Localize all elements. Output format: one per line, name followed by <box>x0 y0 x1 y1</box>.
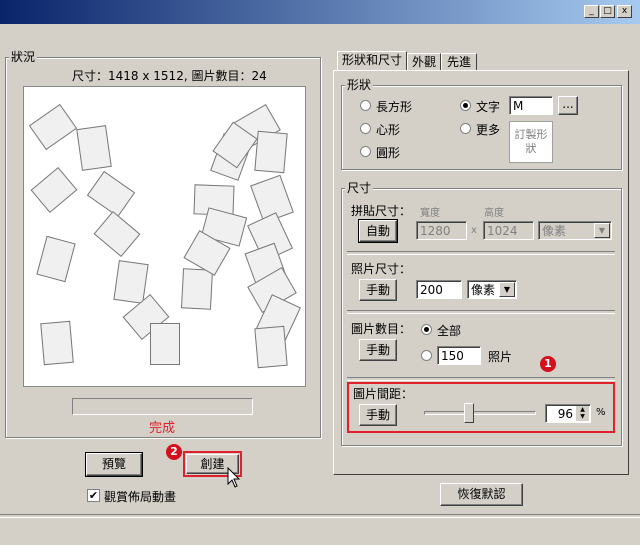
image-count-unit: 照片 <box>488 350 513 364</box>
image-count-custom-radio[interactable] <box>421 350 432 361</box>
tab-advanced[interactable]: 先進 <box>441 53 477 71</box>
size-separator: x <box>471 225 477 236</box>
shape-circle-radio[interactable] <box>360 146 371 157</box>
spacing-slider-thumb[interactable] <box>463 403 474 423</box>
collage-size-value: 1418 x 1512 <box>108 69 184 83</box>
preview-photo <box>254 130 288 174</box>
collage-preview <box>23 86 306 387</box>
preview-photo <box>36 235 76 283</box>
chevron-down-icon[interactable]: ▼ <box>594 223 610 238</box>
step-two-badge: 2 <box>166 444 182 460</box>
collage-size-label: 拼貼尺寸： <box>351 204 412 218</box>
spacing-input[interactable]: 96 ▲ ▼ <box>545 404 591 423</box>
preview-photo <box>30 166 78 214</box>
shape-rectangle-radio[interactable] <box>360 100 371 111</box>
preview-photo <box>40 320 74 366</box>
preview-photo <box>28 103 78 151</box>
preview-photo <box>113 260 149 304</box>
status-group-label: 狀況 <box>9 50 38 64</box>
restore-defaults-button[interactable]: 恢復默認 <box>440 483 523 506</box>
progress-bar <box>72 398 253 415</box>
image-count-all-label: 全部 <box>437 324 462 338</box>
spacing-slider-track[interactable] <box>424 411 536 415</box>
photo-size-input[interactable]: 200 <box>416 280 462 299</box>
shape-text-input[interactable]: M <box>509 96 553 115</box>
divider <box>347 377 615 381</box>
preview-photo <box>150 323 180 365</box>
status-separator <box>0 514 640 518</box>
preview-photo <box>86 170 136 218</box>
layout-animation-label: 觀賞佈局動畫 <box>104 490 177 504</box>
divider <box>347 251 615 255</box>
photo-size-manual-button[interactable]: 手動 <box>359 279 397 301</box>
spacing-label: 圖片間距： <box>353 387 414 401</box>
shape-more-radio[interactable] <box>460 123 471 134</box>
image-count-label: 圖片數目： <box>351 322 412 336</box>
size-group-label: 尺寸 <box>345 181 374 195</box>
preview-photo <box>254 325 288 369</box>
custom-shape-button[interactable]: 訂製形狀 <box>509 121 553 163</box>
chevron-down-icon[interactable]: ▼ <box>499 282 515 297</box>
width-label: 寬度 <box>420 208 440 219</box>
maximize-button[interactable]: □ <box>600 5 615 18</box>
shape-browse-button[interactable]: ... <box>558 96 578 115</box>
shape-group-label: 形狀 <box>345 78 374 92</box>
step-one-badge: 1 <box>540 356 556 372</box>
shape-text-radio[interactable] <box>460 100 471 111</box>
collage-size-auto-button[interactable]: 自動 <box>358 219 398 243</box>
shape-circle-label: 圓形 <box>376 146 401 160</box>
shape-rectangle-label: 長方形 <box>376 100 413 114</box>
image-count-manual-button[interactable]: 手動 <box>359 339 397 361</box>
shape-text-label: 文字 <box>476 100 501 114</box>
collage-unit-select[interactable]: 像素 ▼ <box>538 221 612 240</box>
tab-shape-size[interactable]: 形狀和尺寸 <box>337 51 407 71</box>
preview-button[interactable]: 預覽 <box>85 452 143 477</box>
spacing-manual-button[interactable]: 手動 <box>359 404 397 426</box>
mouse-cursor-icon <box>227 467 241 488</box>
collage-height-input[interactable]: 1024 <box>483 221 534 240</box>
collage-width-input[interactable]: 1280 <box>416 221 467 240</box>
spacing-unit: % <box>596 407 606 418</box>
title-bar: _ □ x <box>0 0 640 24</box>
tab-appearance[interactable]: 外觀 <box>407 53 441 71</box>
divider <box>347 310 615 314</box>
image-count-value: 24 <box>251 69 267 83</box>
close-button[interactable]: x <box>617 5 632 18</box>
height-label: 高度 <box>484 208 504 219</box>
image-count-all-radio[interactable] <box>421 324 432 335</box>
progress-fill <box>73 399 252 414</box>
collage-info: 尺寸：1418 x 1512, 圖片數目：24 <box>72 69 267 83</box>
preview-photo <box>76 125 112 171</box>
preview-photo <box>93 210 141 258</box>
preview-photo <box>180 268 214 310</box>
spinner-arrows-icon[interactable]: ▲ ▼ <box>576 406 589 421</box>
layout-animation-checkbox[interactable]: ✔ <box>87 489 100 502</box>
image-count-input[interactable]: 150 <box>437 346 481 365</box>
progress-status: 完成 <box>149 421 176 436</box>
photo-size-label: 照片尺寸： <box>351 262 412 276</box>
minimize-button[interactable]: _ <box>584 5 599 18</box>
shape-heart-radio[interactable] <box>360 123 371 134</box>
shape-heart-label: 心形 <box>376 123 401 137</box>
shape-more-label: 更多 <box>476 123 501 137</box>
photo-unit-select[interactable]: 像素 ▼ <box>467 280 517 299</box>
